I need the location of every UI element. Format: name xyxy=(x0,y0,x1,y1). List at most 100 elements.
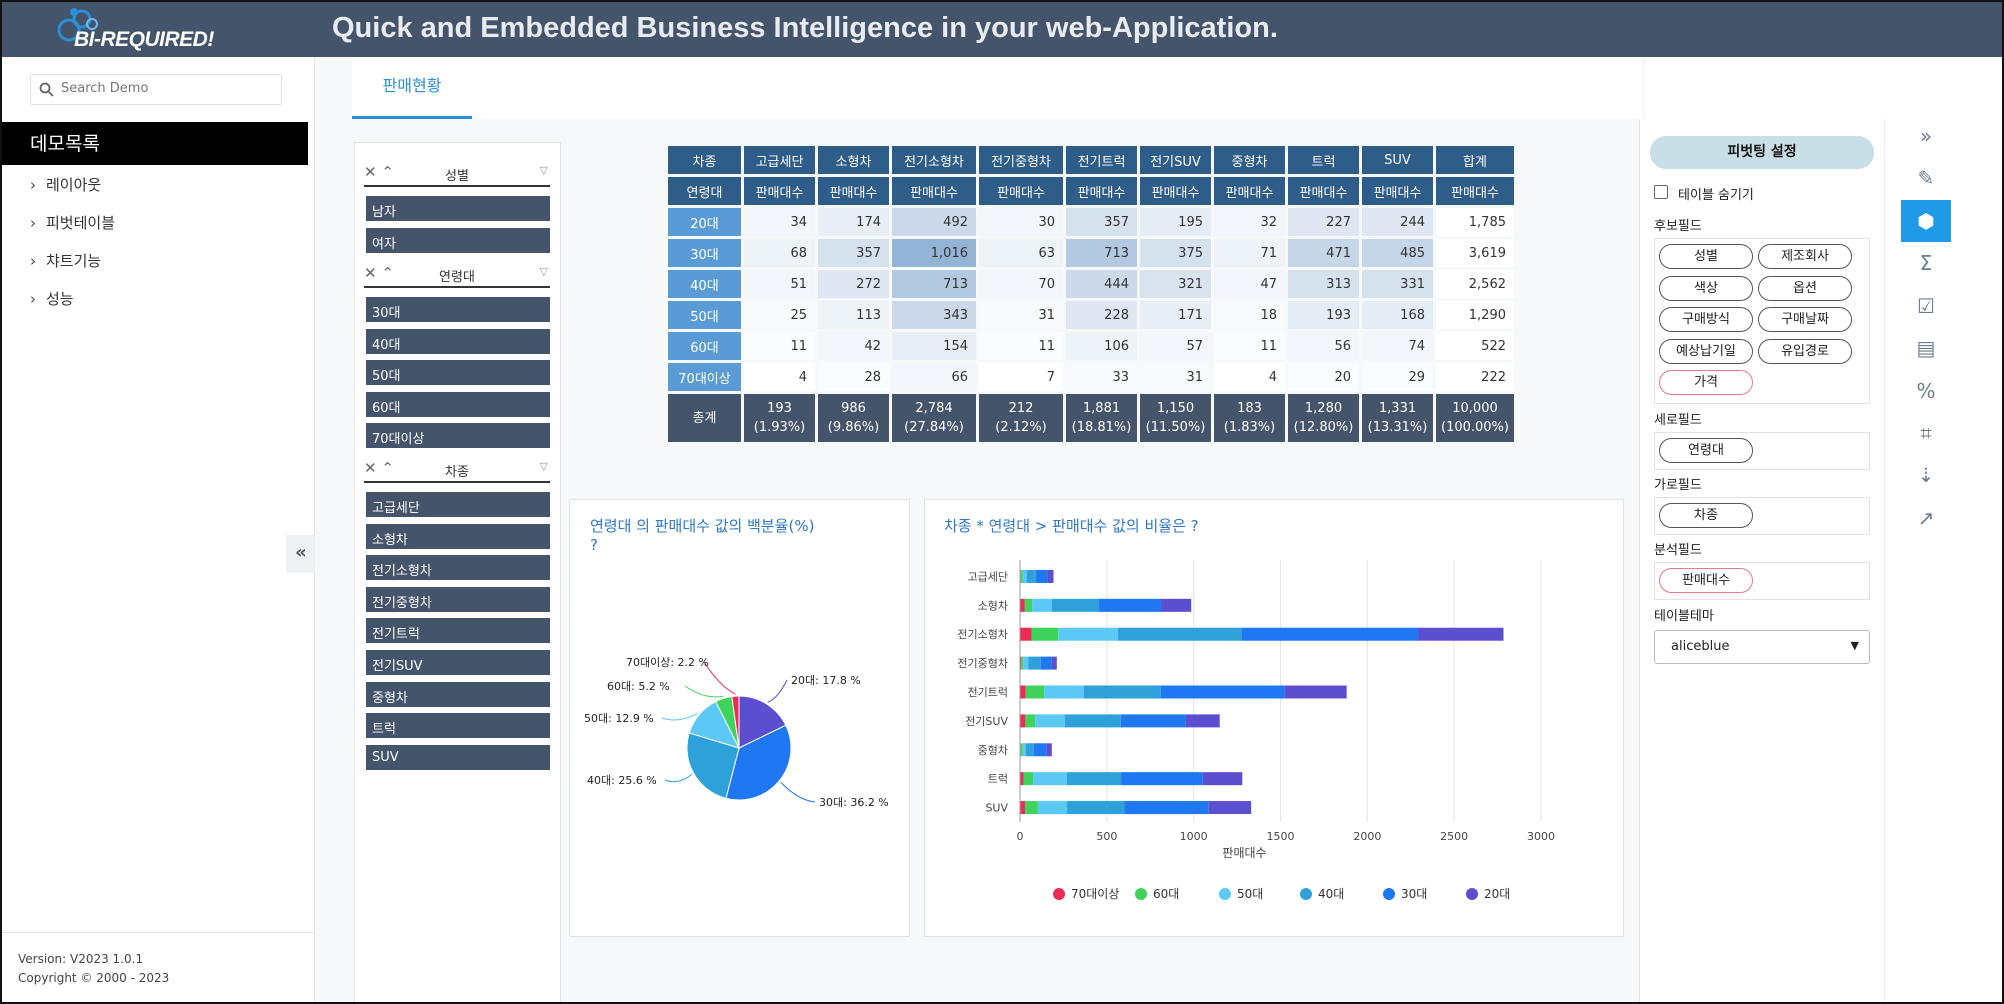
bar-segment[interactable] xyxy=(1022,569,1027,583)
bar-segment[interactable] xyxy=(1033,743,1047,757)
bar-segment[interactable] xyxy=(1025,743,1034,757)
pivot-col-header[interactable]: 고급세단 xyxy=(744,146,815,174)
bar-segment[interactable] xyxy=(1083,685,1161,699)
bar-segment[interactable] xyxy=(1032,598,1052,612)
sidebar-item-pivot[interactable]: › 피벗테이블 xyxy=(30,212,115,233)
row-field-pill[interactable]: 연령대 xyxy=(1659,438,1753,463)
bar-segment[interactable] xyxy=(1047,569,1054,583)
bar-segment[interactable] xyxy=(1067,801,1125,815)
bar-segment[interactable] xyxy=(1208,801,1252,815)
bar-segment[interactable] xyxy=(1046,743,1052,757)
bar-segment[interactable] xyxy=(1022,743,1026,757)
bar-segment[interactable] xyxy=(1023,656,1029,670)
filter-item-car[interactable]: 소형차 xyxy=(366,523,550,549)
crop-icon[interactable]: ⌗ xyxy=(1901,412,1951,454)
bar-segment[interactable] xyxy=(1020,743,1023,757)
chart-icon[interactable]: ↗ xyxy=(1901,497,1951,539)
bar-segment[interactable] xyxy=(1023,772,1034,786)
pivot-row-header[interactable]: 60대 xyxy=(668,332,741,360)
bar-segment[interactable] xyxy=(1020,714,1026,728)
bar-segment[interactable] xyxy=(1021,656,1024,670)
bar-segment[interactable] xyxy=(1025,714,1036,728)
filter-item-car[interactable]: 중형차 xyxy=(366,681,550,707)
bar-segment[interactable] xyxy=(1040,656,1052,670)
pivot-col-header[interactable]: 전기중형차 xyxy=(979,146,1063,174)
tab-sales-status[interactable]: 판매현황 xyxy=(352,57,472,119)
bar-segment[interactable] xyxy=(1020,801,1026,815)
edit-icon[interactable]: ✎ xyxy=(1901,157,1951,199)
bar-segment[interactable] xyxy=(1037,801,1068,815)
bar-segment[interactable] xyxy=(1020,627,1032,641)
legend-label[interactable]: 50대 xyxy=(1237,887,1263,901)
pivot-row-header[interactable]: 70대이상 xyxy=(668,363,741,391)
filter-funnel-icon[interactable]: ▽ xyxy=(540,265,548,278)
bar-segment[interactable] xyxy=(1066,772,1122,786)
filter-item-car[interactable]: 전기소형차 xyxy=(366,555,550,581)
filter-item-car[interactable]: 전기트럭 xyxy=(366,618,550,644)
cube-icon[interactable]: ⬢ xyxy=(1901,200,1951,242)
filter-item-car[interactable]: 전기중형차 xyxy=(366,586,550,612)
pivot-col-header[interactable]: 중형차 xyxy=(1214,146,1285,174)
pivot-col-header[interactable]: 전기SUV xyxy=(1140,146,1211,174)
search-box[interactable] xyxy=(30,74,282,105)
filter-item-age[interactable]: 40대 xyxy=(366,328,550,354)
legend-marker[interactable] xyxy=(1135,888,1147,900)
bar-segment[interactable] xyxy=(1020,598,1025,612)
filter-item-car[interactable]: SUV xyxy=(366,744,550,770)
filter-item-age[interactable]: 50대 xyxy=(366,360,550,386)
pivot-col-header[interactable]: 합계 xyxy=(1436,146,1514,174)
bar-segment[interactable] xyxy=(1124,801,1209,815)
hide-table-checkbox[interactable] xyxy=(1654,185,1668,199)
bar-segment[interactable] xyxy=(1064,714,1121,728)
legend-marker[interactable] xyxy=(1466,888,1478,900)
pivot-col-header[interactable]: 전기트럭 xyxy=(1066,146,1137,174)
legend-label[interactable]: 20대 xyxy=(1484,887,1510,901)
expand-icon[interactable]: » xyxy=(1901,115,1951,157)
bar-segment[interactable] xyxy=(1120,714,1186,728)
bar-segment[interactable] xyxy=(1051,598,1100,612)
bar-segment[interactable] xyxy=(1051,656,1057,670)
bar-segment[interactable] xyxy=(1185,714,1220,728)
sort-icon[interactable]: ⇣ xyxy=(1901,454,1951,496)
sidebar-item-layout[interactable]: › 레이아웃 xyxy=(30,174,101,195)
legend-label[interactable]: 30대 xyxy=(1401,887,1427,901)
filter-funnel-icon[interactable]: ▽ xyxy=(540,164,548,177)
layout-icon[interactable]: ▤ xyxy=(1901,327,1951,369)
bar-segment[interactable] xyxy=(1160,685,1285,699)
bar-segment[interactable] xyxy=(1020,772,1024,786)
candidate-field-pill[interactable]: 유입경로 xyxy=(1758,338,1852,364)
filter-item-age[interactable]: 70대이상 xyxy=(366,423,550,449)
pivot-row-header[interactable]: 40대 xyxy=(668,270,741,298)
filter-item-age[interactable]: 30대 xyxy=(366,297,550,322)
legend-label[interactable]: 40대 xyxy=(1318,887,1344,901)
candidate-field-pill[interactable]: 예상납기일 xyxy=(1659,338,1753,364)
candidate-field-pill[interactable]: 구매날짜 xyxy=(1758,307,1852,332)
percent-icon[interactable]: % xyxy=(1901,370,1951,412)
legend-marker[interactable] xyxy=(1383,888,1395,900)
theme-select[interactable]: aliceblue ▼ xyxy=(1654,630,1870,664)
bar-segment[interactable] xyxy=(1241,627,1419,641)
pivot-row-header[interactable]: 20대 xyxy=(668,208,741,236)
pivot-col-header[interactable]: 트럭 xyxy=(1288,146,1359,174)
bar-segment[interactable] xyxy=(1035,569,1048,583)
col-field-pill[interactable]: 차종 xyxy=(1659,503,1753,528)
bar-segment[interactable] xyxy=(1121,772,1203,786)
sidebar-item-chart[interactable]: › 챠트기능 xyxy=(30,250,101,271)
legend-marker[interactable] xyxy=(1053,888,1065,900)
pivot-col-header[interactable]: SUV xyxy=(1362,146,1433,174)
filter-funnel-icon[interactable]: ▽ xyxy=(540,460,548,473)
pivot-row-header[interactable]: 50대 xyxy=(668,301,741,329)
search-input[interactable] xyxy=(61,81,271,96)
candidate-field-pill[interactable]: 제조회사 xyxy=(1758,244,1852,269)
legend-label[interactable]: 60대 xyxy=(1153,887,1179,901)
bar-segment[interactable] xyxy=(1025,685,1045,699)
pivot-col-header[interactable]: 소형차 xyxy=(818,146,889,174)
bar-segment[interactable] xyxy=(1028,656,1041,670)
filter-item-gender[interactable]: 여자 xyxy=(366,227,550,253)
sidebar-item-performance[interactable]: › 성능 xyxy=(30,288,74,309)
filter-item-car[interactable]: 전기SUV xyxy=(366,650,550,675)
pivot-row-header[interactable]: 30대 xyxy=(668,239,741,267)
candidate-field-pill[interactable]: 성별 xyxy=(1659,244,1753,269)
candidate-field-pill[interactable]: 색상 xyxy=(1659,275,1753,301)
bar-segment[interactable] xyxy=(1031,627,1059,641)
